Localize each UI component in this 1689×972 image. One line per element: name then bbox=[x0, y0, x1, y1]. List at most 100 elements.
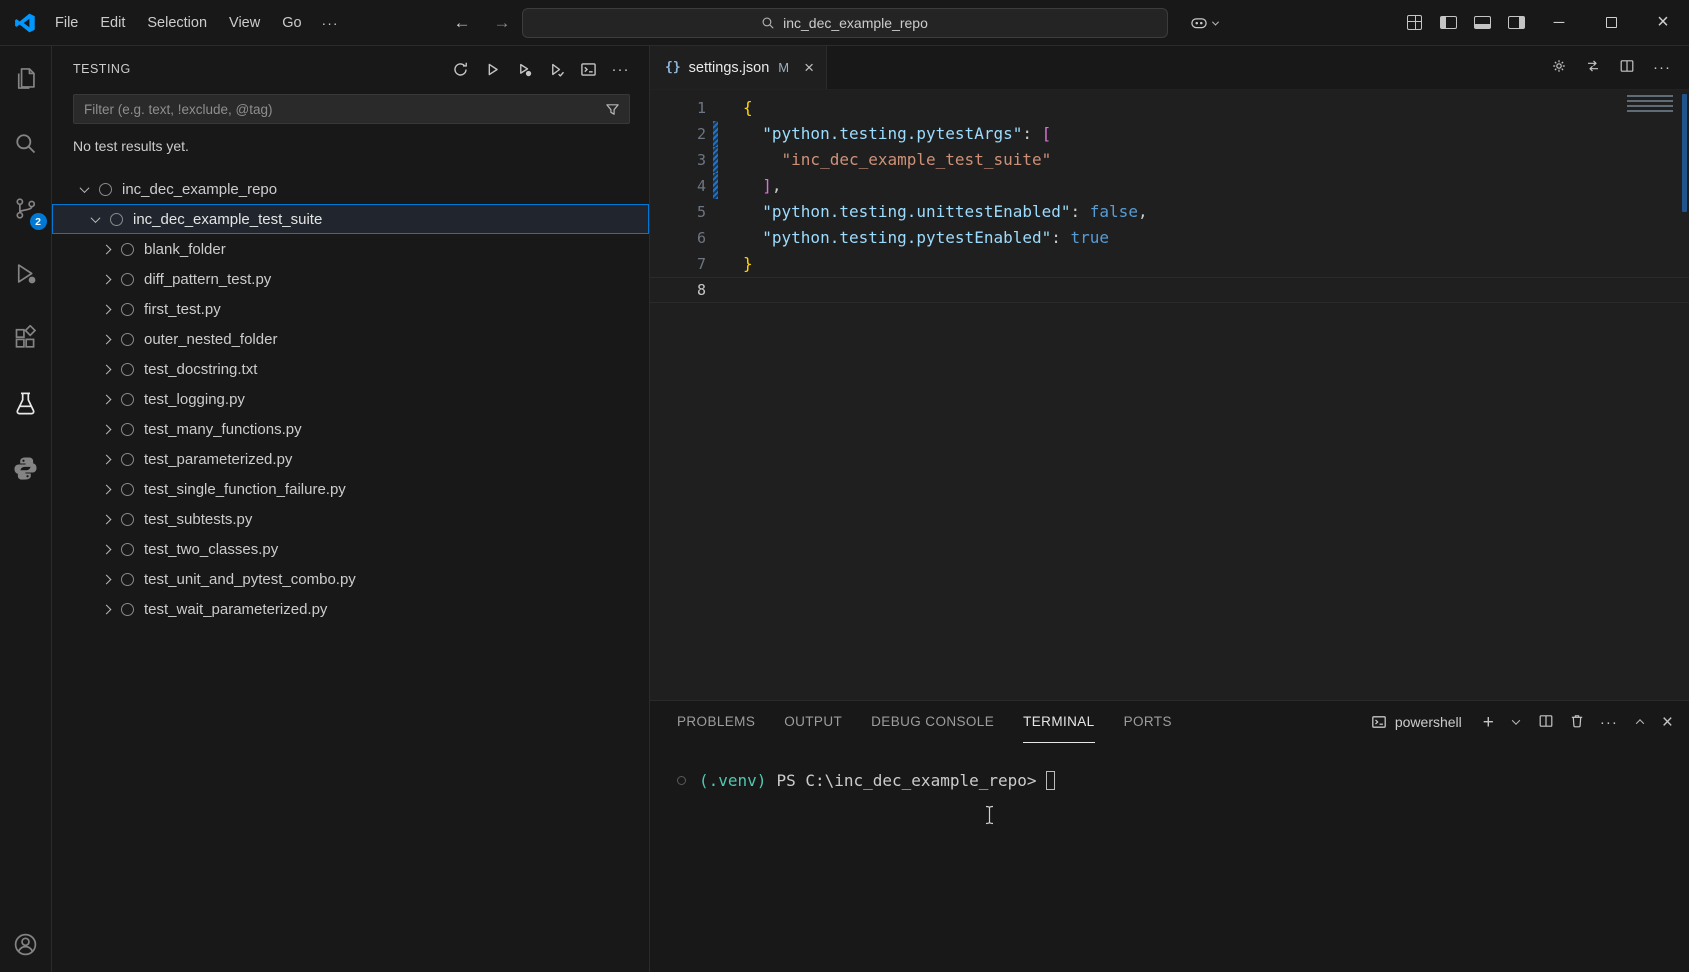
menu-edit[interactable]: Edit bbox=[89, 10, 136, 36]
tree-item-test_two_classes.py[interactable]: test_two_classes.py bbox=[52, 534, 649, 564]
code-line-1[interactable]: 1{ bbox=[650, 95, 1689, 121]
more-actions-icon[interactable]: ··· bbox=[608, 57, 633, 82]
code-line-5[interactable]: 5 "python.testing.unittestEnabled": fals… bbox=[650, 199, 1689, 225]
navigate-back-icon[interactable]: ← bbox=[446, 0, 478, 46]
modified-line-indicator bbox=[713, 121, 718, 147]
command-center-search[interactable]: inc_dec_example_repo bbox=[522, 8, 1168, 38]
close-panel-icon[interactable]: × bbox=[1662, 713, 1673, 732]
accounts-icon[interactable] bbox=[2, 920, 50, 968]
menu-selection[interactable]: Selection bbox=[136, 10, 218, 36]
menu-go[interactable]: Go bbox=[271, 10, 312, 36]
more-editor-actions-icon[interactable]: ··· bbox=[1653, 59, 1671, 76]
line-number: 7 bbox=[650, 251, 706, 277]
tree-item-test_single_function_failure.py[interactable]: test_single_function_failure.py bbox=[52, 474, 649, 504]
menu-view[interactable]: View bbox=[218, 10, 271, 36]
chevron-right-icon[interactable] bbox=[102, 514, 112, 524]
navigate-forward-icon[interactable]: → bbox=[486, 0, 518, 46]
chevron-right-icon[interactable] bbox=[102, 484, 112, 494]
chevron-down-icon[interactable] bbox=[80, 183, 90, 193]
refresh-tests-icon[interactable] bbox=[448, 57, 473, 82]
chevron-right-icon[interactable] bbox=[102, 424, 112, 434]
tree-item-test_logging.py[interactable]: test_logging.py bbox=[52, 384, 649, 414]
chevron-right-icon[interactable] bbox=[102, 574, 112, 584]
testing-icon[interactable] bbox=[2, 379, 50, 427]
chevron-right-icon[interactable] bbox=[102, 334, 112, 344]
run-tests-with-coverage-icon[interactable] bbox=[544, 57, 569, 82]
new-terminal-icon[interactable]: + bbox=[1483, 713, 1494, 732]
copilot-button[interactable] bbox=[1189, 8, 1218, 38]
minimize-button[interactable]: ─ bbox=[1533, 0, 1585, 45]
code-line-7[interactable]: 7} bbox=[650, 251, 1689, 277]
code-line-3[interactable]: 3 "inc_dec_example_test_suite" bbox=[650, 147, 1689, 173]
chevron-right-icon[interactable] bbox=[102, 604, 112, 614]
chevron-right-icon[interactable] bbox=[102, 244, 112, 254]
chevron-right-icon[interactable] bbox=[102, 364, 112, 374]
code-line-4[interactable]: 4 ], bbox=[650, 173, 1689, 199]
chevron-right-icon[interactable] bbox=[102, 304, 112, 314]
tree-item-blank_folder[interactable]: blank_folder bbox=[52, 234, 649, 264]
tree-item-test_parameterized.py[interactable]: test_parameterized.py bbox=[52, 444, 649, 474]
search-view-icon[interactable] bbox=[2, 119, 50, 167]
panel-tab-problems[interactable]: PROBLEMS bbox=[677, 701, 755, 743]
filter-icon[interactable] bbox=[605, 102, 620, 117]
explorer-icon[interactable] bbox=[2, 54, 50, 102]
window-close-button[interactable]: × bbox=[1637, 0, 1689, 45]
split-editor-icon[interactable] bbox=[1619, 58, 1635, 77]
chevron-down-icon[interactable] bbox=[91, 213, 101, 223]
toggle-secondary-sidebar-icon[interactable] bbox=[1499, 0, 1533, 45]
tree-item-test_subtests.py[interactable]: test_subtests.py bbox=[52, 504, 649, 534]
tree-item-test_unit_and_pytest_combo.py[interactable]: test_unit_and_pytest_combo.py bbox=[52, 564, 649, 594]
code-line-6[interactable]: 6 "python.testing.pytestEnabled": true bbox=[650, 225, 1689, 251]
tab-close-icon[interactable]: × bbox=[804, 58, 814, 78]
run-tests-icon[interactable] bbox=[480, 57, 505, 82]
kill-terminal-icon[interactable] bbox=[1569, 713, 1585, 732]
more-panel-actions-icon[interactable]: ··· bbox=[1600, 714, 1618, 731]
split-terminal-icon[interactable] bbox=[1538, 713, 1554, 732]
tree-item-label: first_test.py bbox=[144, 301, 221, 318]
tree-item-first_test.py[interactable]: first_test.py bbox=[52, 294, 649, 324]
toggle-primary-sidebar-icon[interactable] bbox=[1431, 0, 1465, 45]
extensions-icon[interactable] bbox=[2, 314, 50, 362]
code-line-2[interactable]: 2 "python.testing.pytestArgs": [ bbox=[650, 121, 1689, 147]
panel-tab-ports[interactable]: PORTS bbox=[1124, 701, 1172, 743]
minimap[interactable] bbox=[1627, 95, 1673, 115]
tree-item-diff_pattern_test.py[interactable]: diff_pattern_test.py bbox=[52, 264, 649, 294]
tree-item-test_docstring.txt[interactable]: test_docstring.txt bbox=[52, 354, 649, 384]
chevron-right-icon[interactable] bbox=[102, 274, 112, 284]
tree-item-test_many_functions.py[interactable]: test_many_functions.py bbox=[52, 414, 649, 444]
menu-file[interactable]: File bbox=[44, 10, 89, 36]
tree-item-label: diff_pattern_test.py bbox=[144, 271, 271, 288]
panel-tab-output[interactable]: OUTPUT bbox=[784, 701, 842, 743]
tree-item-outer_nested_folder[interactable]: outer_nested_folder bbox=[52, 324, 649, 354]
debug-tests-icon[interactable] bbox=[512, 57, 537, 82]
test-status-unset-icon bbox=[121, 363, 134, 376]
maximize-panel-icon[interactable] bbox=[1633, 715, 1647, 729]
scrollbar-decoration[interactable] bbox=[1682, 94, 1687, 212]
open-settings-ui-icon[interactable] bbox=[1551, 58, 1567, 77]
terminal-shell-selector[interactable]: powershell bbox=[1371, 714, 1462, 730]
chevron-right-icon[interactable] bbox=[102, 454, 112, 464]
bottom-panel: PROBLEMS OUTPUT DEBUG CONSOLE TERMINAL PORTS… bbox=[650, 700, 1689, 972]
toggle-panel-icon[interactable] bbox=[1465, 0, 1499, 45]
chevron-right-icon[interactable] bbox=[102, 394, 112, 404]
terminal[interactable]: (.venv) PS C:\inc_dec_example_repo> bbox=[650, 743, 1689, 790]
open-changes-icon[interactable] bbox=[1585, 58, 1601, 77]
python-icon[interactable] bbox=[2, 444, 50, 492]
tree-item-inc_dec_example_repo[interactable]: inc_dec_example_repo bbox=[52, 174, 649, 204]
code-line-8[interactable]: 8 bbox=[650, 277, 1689, 303]
code-editor[interactable]: 1{2 "python.testing.pytestArgs": [3 "inc… bbox=[650, 90, 1689, 700]
source-control-icon[interactable]: 2 bbox=[2, 184, 50, 232]
terminal-dropdown-icon[interactable] bbox=[1509, 715, 1523, 729]
chevron-right-icon[interactable] bbox=[102, 544, 112, 554]
panel-tab-debug-console[interactable]: DEBUG CONSOLE bbox=[871, 701, 994, 743]
customize-layout-icon[interactable] bbox=[1397, 0, 1431, 45]
test-filter-input[interactable] bbox=[84, 102, 605, 117]
tree-item-test_wait_parameterized.py[interactable]: test_wait_parameterized.py bbox=[52, 594, 649, 624]
maximize-button[interactable] bbox=[1585, 0, 1637, 45]
more-menus-icon[interactable]: ··· bbox=[313, 10, 348, 36]
tab-settings-json[interactable]: {} settings.json M × bbox=[650, 46, 827, 89]
panel-tab-terminal[interactable]: TERMINAL bbox=[1023, 701, 1094, 743]
show-test-output-icon[interactable] bbox=[576, 57, 601, 82]
tree-item-inc_dec_example_test_suite[interactable]: inc_dec_example_test_suite bbox=[52, 204, 649, 234]
run-and-debug-icon[interactable] bbox=[2, 249, 50, 297]
